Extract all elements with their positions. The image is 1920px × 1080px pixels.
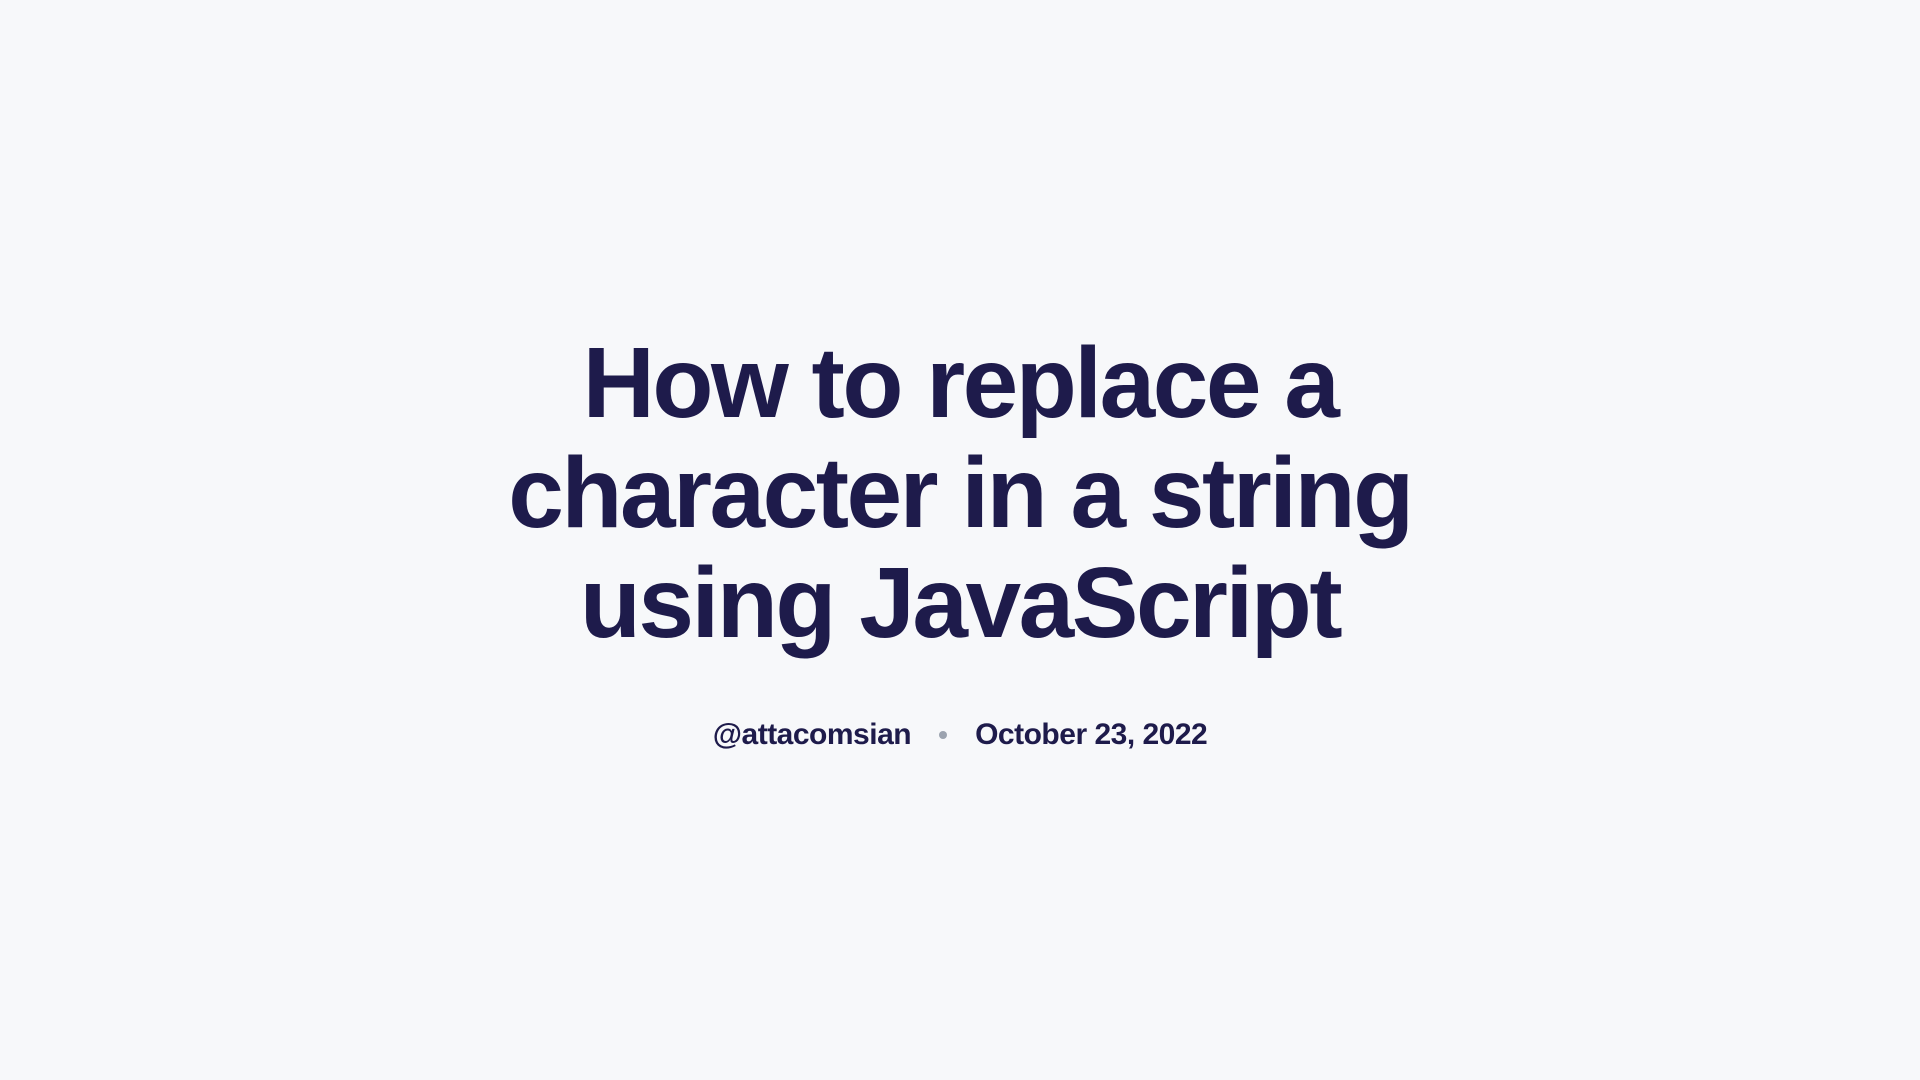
article-title: How to replace a character in a string u… <box>400 328 1520 658</box>
article-date: October 23, 2022 <box>975 718 1207 752</box>
article-author: @attacomsian <box>713 718 911 752</box>
article-header: How to replace a character in a string u… <box>360 328 1560 752</box>
dot-separator-icon <box>939 731 947 739</box>
article-meta: @attacomsian October 23, 2022 <box>713 718 1207 752</box>
